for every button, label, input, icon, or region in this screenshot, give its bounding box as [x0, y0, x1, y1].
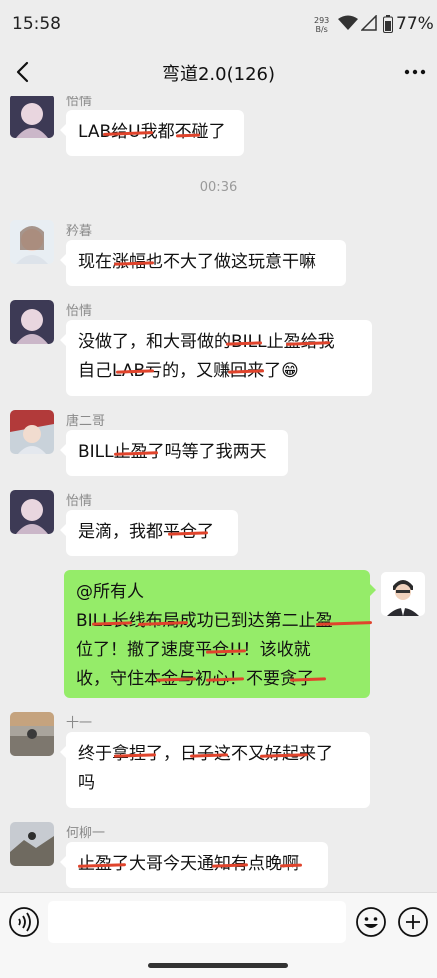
sender-name: 怡情 [66, 96, 93, 109]
sender-name: 唐二哥 [66, 414, 106, 429]
message-text-line: 吗 [78, 773, 95, 793]
sender-name: 怡情 [66, 304, 93, 319]
message-row: 唐二哥 BILL止盈了吗等了我两天 [0, 406, 437, 482]
message-row: 怡情 是滴，我都平仓了 [0, 486, 437, 562]
message-bubble[interactable]: 终于拿捏了，日子这不又好起来了 吗 [60, 732, 370, 808]
voice-icon[interactable] [8, 906, 40, 938]
message-row: 矜暮 现在涨幅也不大了做这玩意干嘛 [0, 216, 437, 288]
avatar[interactable] [10, 822, 54, 866]
message-bubble[interactable]: 现在涨幅也不大了做这玩意干嘛 [60, 240, 346, 286]
message-bubble[interactable]: LAB给U我都不碰了 [60, 110, 244, 156]
sender-name: 何柳一 [66, 826, 106, 841]
time-divider: 00:36 [199, 180, 238, 195]
avatar[interactable] [10, 712, 54, 756]
chat-title: 弯道2.0(126) [161, 64, 276, 85]
message-bubble[interactable]: 没做了，和大哥做的BILL止盈给我 自己LAB亏的，又赚回来了😁 [60, 320, 372, 396]
status-bar: 15:58 293 B/s 77% [0, 0, 437, 48]
battery-icon [383, 15, 393, 33]
avatar[interactable] [381, 572, 425, 616]
signal-icon [361, 15, 377, 31]
more-dots-icon[interactable] [403, 60, 427, 84]
message-row: 何柳一 止盈了大哥今天通知有点晚啊 [0, 818, 437, 892]
emoji-icon[interactable] [355, 906, 387, 938]
message-bubble[interactable]: BILL止盈了吗等了我两天 [60, 430, 288, 476]
avatar[interactable] [10, 96, 54, 138]
home-indicator[interactable] [148, 963, 288, 968]
chat-header: 弯道2.0(126) [0, 48, 437, 96]
avatar[interactable] [10, 410, 54, 454]
network-speed-value: 293 [314, 16, 330, 25]
input-bar [0, 892, 437, 957]
avatar[interactable] [10, 220, 54, 264]
message-list[interactable]: 怡情 LAB给U我都不碰了 00:36 矜暮 现在涨幅也不大了做这玩意干嘛 怡情… [0, 96, 437, 892]
avatar[interactable] [10, 490, 54, 534]
status-time: 15:58 [12, 14, 61, 34]
message-bubble[interactable]: 是滴，我都平仓了 [60, 510, 238, 556]
network-speed: 293 B/s [314, 16, 329, 34]
message-row: 怡情 LAB给U我都不碰了 [0, 96, 437, 170]
sender-name: 十一 [66, 716, 93, 731]
plus-icon[interactable] [397, 906, 429, 938]
message-text: BILL止盈了吗等了我两天 [78, 442, 267, 462]
message-input[interactable] [48, 901, 346, 943]
message-row: @所有人 BILL长线布局成功已到达第二止盈 位了！撤了速度平仓!!！该收就 收… [0, 566, 437, 698]
battery-percent: 77% [396, 14, 434, 34]
wifi-icon [338, 15, 358, 30]
avatar[interactable] [10, 300, 54, 344]
message-row: 十一 终于拿捏了，日子这不又好起来了 吗 [0, 708, 437, 812]
sender-name: 矜暮 [66, 224, 93, 239]
network-speed-unit: B/s [315, 25, 328, 34]
message-row: 怡情 没做了，和大哥做的BILL止盈给我 自己LAB亏的，又赚回来了😁 [0, 296, 437, 400]
message-text-line: @所有人 [76, 582, 144, 602]
sender-name: 怡情 [66, 494, 93, 509]
